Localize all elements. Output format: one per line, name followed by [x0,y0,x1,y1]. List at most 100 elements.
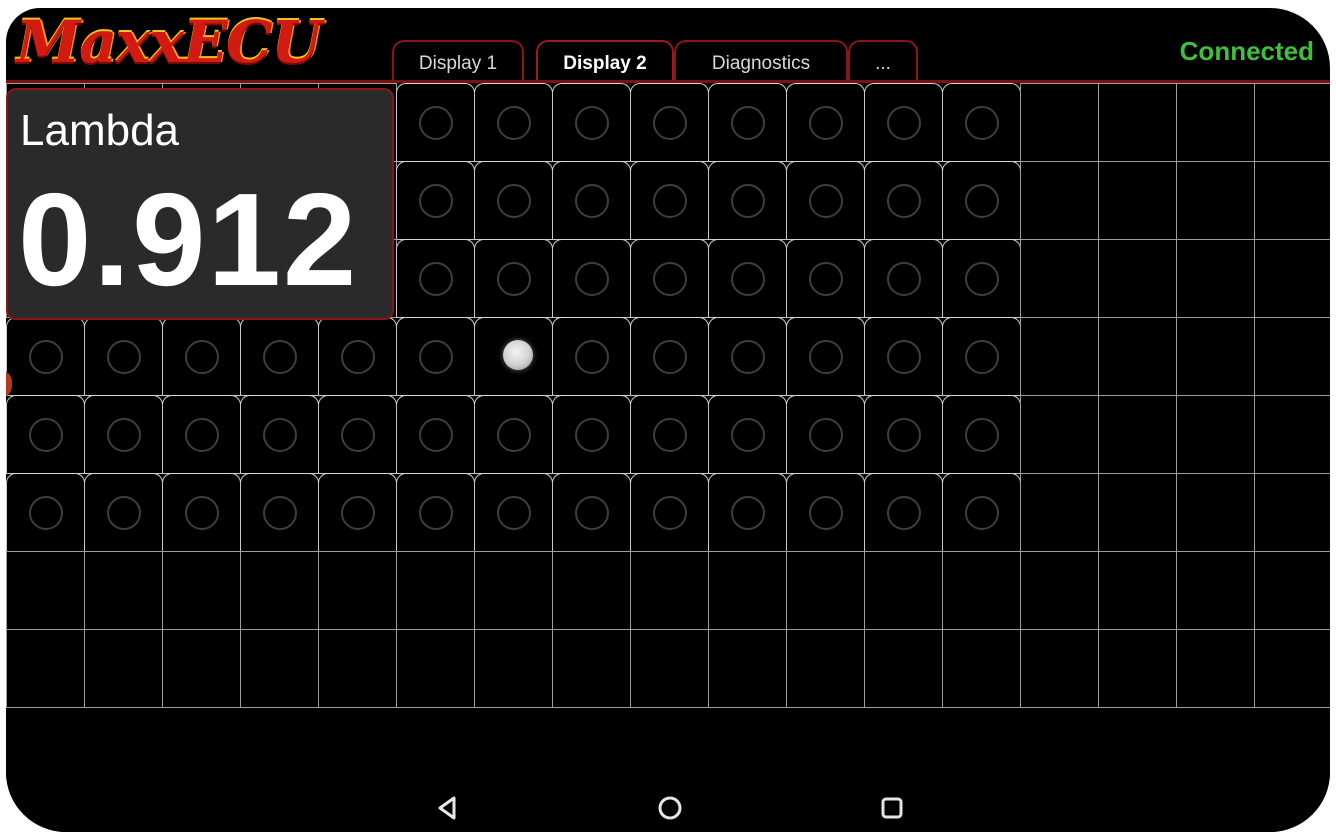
grid-cell [1254,629,1330,708]
grid-cell [1098,317,1177,396]
grid-button[interactable] [864,395,943,474]
grid-button[interactable] [396,239,475,318]
grid-button[interactable] [240,317,319,396]
lambda-gauge[interactable]: Lambda 0.912 [6,88,394,320]
tab-diagnostics[interactable]: Diagnostics [674,40,848,82]
grid-button[interactable] [630,161,709,240]
grid-button[interactable] [786,83,865,162]
grid-cell [162,551,241,630]
grid-button[interactable] [552,83,631,162]
grid-button[interactable] [942,161,1021,240]
indicator-ring-icon [887,184,921,218]
grid-cell [864,629,943,708]
indicator-ring-icon [887,340,921,374]
indicator-ring-icon [887,496,921,530]
active-indicator-dot [503,340,533,370]
grid-button[interactable] [474,239,553,318]
indicator-ring-icon [731,496,765,530]
indicator-ring-icon [965,418,999,452]
grid-button[interactable] [552,239,631,318]
grid-button[interactable] [708,161,787,240]
grid-button[interactable] [474,161,553,240]
grid-button[interactable] [240,473,319,552]
grid-button[interactable] [6,395,85,474]
grid-button[interactable] [162,317,241,396]
grid-button[interactable] [864,239,943,318]
grid-button[interactable] [942,395,1021,474]
grid-cell [84,551,163,630]
grid-cell [1098,551,1177,630]
indicator-ring-icon [887,106,921,140]
grid-button[interactable] [6,473,85,552]
grid-button[interactable] [84,317,163,396]
grid-button[interactable] [552,317,631,396]
grid-button[interactable] [864,473,943,552]
grid-button[interactable] [708,239,787,318]
grid-button[interactable] [396,395,475,474]
indicator-ring-icon [731,340,765,374]
grid-button[interactable] [396,161,475,240]
grid-cell [1254,473,1330,552]
grid-button[interactable] [552,161,631,240]
grid-button[interactable] [474,317,553,396]
grid-cell [1254,83,1330,162]
grid-button[interactable] [864,161,943,240]
tab-display-2[interactable]: Display 2 [536,40,674,82]
grid-button[interactable] [630,473,709,552]
grid-button[interactable] [318,317,397,396]
grid-button[interactable] [84,395,163,474]
grid-button[interactable] [6,317,85,396]
grid-cell [1020,473,1099,552]
indicator-ring-icon [965,340,999,374]
grid-cell [1254,317,1330,396]
grid-cell [1098,473,1177,552]
indicator-ring-icon [419,106,453,140]
grid-button[interactable] [786,161,865,240]
recents-icon[interactable] [878,794,906,822]
indicator-ring-icon [809,418,843,452]
grid-button[interactable] [708,83,787,162]
grid-button[interactable] [552,473,631,552]
indicator-ring-icon [653,418,687,452]
indicator-ring-icon [419,184,453,218]
grid-button[interactable] [708,473,787,552]
grid-button[interactable] [864,317,943,396]
grid-button[interactable] [474,473,553,552]
grid-button[interactable] [942,239,1021,318]
grid-cell [630,629,709,708]
grid-button[interactable] [396,83,475,162]
grid-button[interactable] [630,395,709,474]
grid-button[interactable] [552,395,631,474]
grid-button[interactable] [474,395,553,474]
grid-button[interactable] [474,83,553,162]
grid-button[interactable] [84,473,163,552]
grid-button[interactable] [162,395,241,474]
grid-button[interactable] [708,395,787,474]
grid-button[interactable] [786,239,865,318]
grid-button[interactable] [630,317,709,396]
grid-button[interactable] [318,395,397,474]
grid-button[interactable] [240,395,319,474]
home-icon[interactable] [656,794,684,822]
back-icon[interactable] [434,794,462,822]
grid-cell [552,551,631,630]
grid-button[interactable] [396,317,475,396]
tab-more[interactable]: ... [848,40,918,82]
grid-button[interactable] [630,83,709,162]
grid-button[interactable] [630,239,709,318]
grid-button[interactable] [786,395,865,474]
tab-display-1[interactable]: Display 1 [392,40,524,82]
grid-button[interactable] [786,317,865,396]
grid-button[interactable] [786,473,865,552]
indicator-ring-icon [29,496,63,530]
grid-button[interactable] [318,473,397,552]
grid-button[interactable] [942,83,1021,162]
grid-cell [786,551,865,630]
grid-button[interactable] [396,473,475,552]
grid-button[interactable] [708,317,787,396]
grid-button[interactable] [864,83,943,162]
grid-button[interactable] [942,473,1021,552]
grid-button[interactable] [162,473,241,552]
grid-cell [1176,629,1255,708]
grid-button[interactable] [942,317,1021,396]
